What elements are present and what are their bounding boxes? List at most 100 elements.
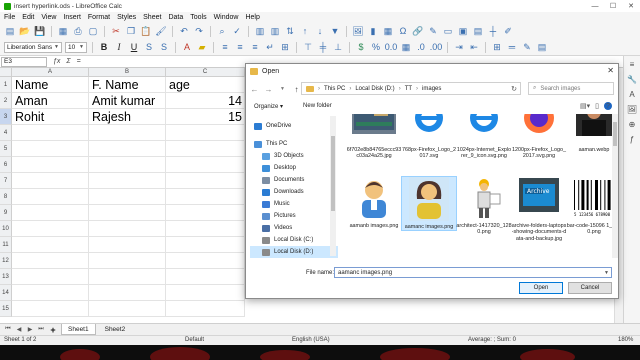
delete-decimal-icon[interactable]: .00 <box>430 41 443 53</box>
empty-cell[interactable] <box>89 205 166 221</box>
merge-icon[interactable]: ⊞ <box>279 41 291 53</box>
font-name-box[interactable]: Liberation Sans ▼ <box>4 41 62 53</box>
split-icon[interactable]: ┼ <box>487 25 499 37</box>
row-header[interactable]: 4 <box>0 125 12 141</box>
empty-cell[interactable] <box>12 173 89 189</box>
empty-cell[interactable] <box>166 221 245 237</box>
align-middle-icon[interactable]: ╪ <box>317 41 329 53</box>
maximize-button[interactable]: ☐ <box>604 0 622 12</box>
cell-c3[interactable]: 15 <box>166 109 245 125</box>
organize-button[interactable]: Organize ▾ <box>254 103 283 110</box>
empty-cell[interactable] <box>12 285 89 301</box>
file-item[interactable]: 1024px-Internet_Explorer_9_icon.svg.png <box>456 114 512 160</box>
first-sheet-icon[interactable]: ⏮ <box>4 326 12 333</box>
empty-cell[interactable] <box>166 237 245 253</box>
properties-icon[interactable]: 🔧 <box>627 75 637 84</box>
empty-cell[interactable] <box>89 237 166 253</box>
file-item[interactable]: 6f702e8b84765eccc93c03a24a25.jpg <box>346 114 402 160</box>
menu-window[interactable]: Window <box>214 14 239 21</box>
column-header-b[interactable]: B <box>89 68 166 77</box>
find-icon[interactable]: ⌕ <box>216 25 228 37</box>
file-item[interactable]: aaman.webp <box>566 114 616 153</box>
formula-icon[interactable]: = <box>77 58 81 65</box>
menu-icon[interactable]: ≡ <box>630 60 635 69</box>
clone-format-icon[interactable]: 🖌 <box>155 25 167 37</box>
row-header[interactable]: 15 <box>0 301 12 317</box>
empty-cell[interactable] <box>166 125 245 141</box>
menu-edit[interactable]: Edit <box>22 14 34 21</box>
nav-item[interactable]: OneDrive <box>250 120 338 132</box>
new-folder-button[interactable]: New folder <box>303 103 332 109</box>
nav-item[interactable]: This PC <box>250 138 338 150</box>
header-footer-icon[interactable]: ▭ <box>442 25 454 37</box>
empty-cell[interactable] <box>12 221 89 237</box>
help-icon[interactable]: ? <box>604 102 612 110</box>
close-window-button[interactable]: ✕ <box>622 0 640 12</box>
empty-cell[interactable] <box>89 269 166 285</box>
empty-cell[interactable] <box>166 189 245 205</box>
row-header[interactable]: 6 <box>0 157 12 173</box>
empty-cell[interactable] <box>89 141 166 157</box>
row-header[interactable]: 13 <box>0 269 12 285</box>
empty-cell[interactable] <box>89 301 166 317</box>
borders-icon[interactable]: ⊞ <box>491 41 503 53</box>
breadcrumb-this-pc[interactable]: This PC <box>324 86 345 92</box>
column-header-a[interactable]: A <box>12 68 89 77</box>
name-box[interactable]: E3 <box>1 56 47 67</box>
spelling-icon[interactable]: ✓ <box>231 25 243 37</box>
breadcrumb-images[interactable]: images <box>422 86 441 92</box>
nav-item[interactable]: Downloads <box>250 186 338 198</box>
empty-cell[interactable] <box>12 189 89 205</box>
styles-icon[interactable]: A <box>629 90 634 99</box>
row-header[interactable]: 5 <box>0 141 12 157</box>
empty-cell[interactable] <box>89 189 166 205</box>
empty-cell[interactable] <box>12 237 89 253</box>
align-left-icon[interactable]: ≡ <box>219 41 231 53</box>
empty-cell[interactable] <box>89 221 166 237</box>
empty-cell[interactable] <box>166 205 245 221</box>
column-icon[interactable]: ▥ <box>269 25 281 37</box>
menu-file[interactable]: File <box>4 14 15 21</box>
align-top-icon[interactable]: ⊤ <box>302 41 314 53</box>
percent-icon[interactable]: % <box>370 41 382 53</box>
nav-item[interactable]: Local Disk (D:) <box>250 246 338 258</box>
file-item[interactable]: aamanc images.png <box>401 176 457 232</box>
empty-cell[interactable] <box>12 269 89 285</box>
cell-b1[interactable]: F. Name <box>89 77 166 93</box>
minimize-button[interactable]: — <box>586 0 604 12</box>
menu-insert[interactable]: Insert <box>63 14 81 21</box>
empty-cell[interactable] <box>12 205 89 221</box>
empty-cell[interactable] <box>12 125 89 141</box>
show-draw-icon[interactable]: ✐ <box>502 25 514 37</box>
open-button[interactable]: Open <box>519 282 563 294</box>
function-wizard-icon[interactable]: ƒx <box>53 58 60 65</box>
menu-help[interactable]: Help <box>245 14 259 21</box>
border-style-icon[interactable]: ═ <box>506 41 518 53</box>
add-decimal-icon[interactable]: .0 <box>415 41 427 53</box>
empty-cell[interactable] <box>166 157 245 173</box>
freeze-icon[interactable]: ▤ <box>472 25 484 37</box>
sort-desc-icon[interactable]: ↓ <box>314 25 326 37</box>
search-input[interactable]: ⌕ Search images <box>528 82 614 95</box>
empty-cell[interactable] <box>166 285 245 301</box>
empty-cell[interactable] <box>166 253 245 269</box>
up-arrow-icon[interactable]: ↑ <box>292 85 301 94</box>
font-size-box[interactable]: 10 ▼ <box>65 41 87 53</box>
file-item[interactable]: 768px-Firefox_Logo_2017.svg <box>401 114 457 160</box>
underline-icon[interactable]: U <box>128 41 140 53</box>
empty-cell[interactable] <box>89 157 166 173</box>
hyperlink-icon[interactable]: 🔗 <box>412 25 424 37</box>
row-header[interactable]: 7 <box>0 173 12 189</box>
sort-asc-icon[interactable]: ↑ <box>299 25 311 37</box>
menu-data[interactable]: Data <box>168 14 183 21</box>
align-bottom-icon[interactable]: ⊥ <box>332 41 344 53</box>
row-header[interactable]: 2 <box>0 93 12 109</box>
select-all-corner[interactable] <box>0 68 12 77</box>
empty-cell[interactable] <box>12 253 89 269</box>
indent-icon[interactable]: ⇥ <box>453 41 465 53</box>
file-item[interactable]: Archive archive-folders-laptops-showing-d… <box>511 176 567 242</box>
define-print-area-icon[interactable]: ▣ <box>457 25 469 37</box>
bold-icon[interactable]: B <box>98 41 110 53</box>
file-scroll-thumb[interactable] <box>613 122 617 146</box>
next-sheet-icon[interactable]: ▶ <box>26 326 34 333</box>
